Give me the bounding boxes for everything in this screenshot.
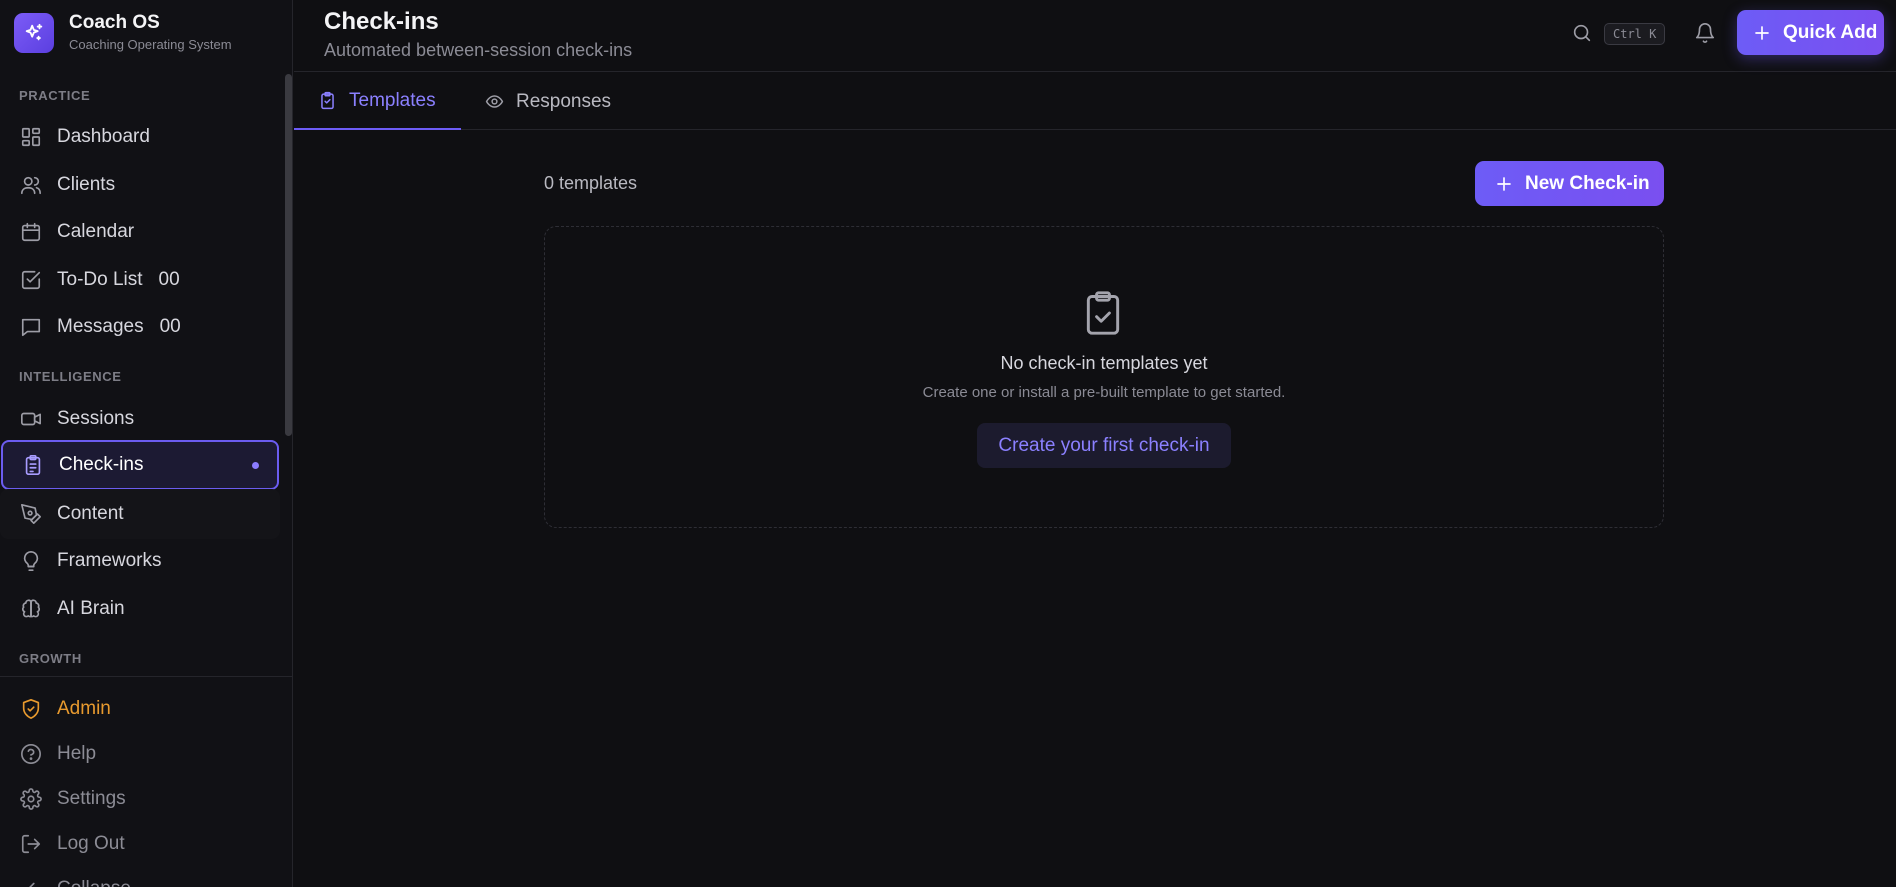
sparkle-logo-icon (14, 13, 54, 53)
sidebar-item-label: Clients (57, 174, 116, 195)
sidebar-collapse-button[interactable]: Collapse (0, 867, 280, 887)
plus-icon (1753, 24, 1771, 42)
clipboard-check-icon (1081, 289, 1125, 337)
brain-icon (20, 598, 42, 620)
pen-tool-icon (20, 503, 42, 525)
bell-icon[interactable] (1694, 22, 1716, 44)
sidebar-item-messages[interactable]: Messages 00 (0, 302, 280, 352)
tab-templates[interactable]: Templates (294, 73, 461, 130)
sidebar-item-todo[interactable]: To-Do List 00 (0, 255, 280, 305)
dashboard-icon (20, 126, 42, 148)
tab-bar: Templates Responses (294, 73, 1896, 130)
sidebar-item-label: Dashboard (57, 126, 150, 147)
sidebar-item-label: Settings (57, 788, 126, 809)
new-checkin-label: New Check-in (1525, 172, 1650, 194)
tab-responses[interactable]: Responses (461, 73, 621, 130)
sidebar-item-checkins[interactable]: Check-ins (1, 440, 279, 490)
create-first-checkin-button[interactable]: Create your first check-in (977, 423, 1231, 468)
messages-count: 00 (159, 316, 181, 337)
sidebar-scrollbar[interactable] (285, 74, 292, 436)
quick-add-label: Quick Add (1783, 21, 1878, 43)
sidebar-item-label: Sessions (57, 408, 135, 429)
sidebar-item-clients[interactable]: Clients (0, 160, 280, 210)
sidebar-item-content[interactable]: Content (0, 489, 280, 539)
brand-title: Coach OS (69, 12, 160, 33)
empty-state: No check-in templates yet Create one or … (544, 226, 1664, 528)
search-icon[interactable] (1571, 22, 1593, 44)
brand-subtitle: Coaching Operating System (69, 37, 232, 52)
eye-icon (485, 92, 504, 111)
sidebar-item-sessions[interactable]: Sessions (0, 394, 280, 444)
sidebar-item-label: Check-ins (59, 454, 144, 475)
new-checkin-button[interactable]: New Check-in (1475, 161, 1664, 206)
plus-icon (1495, 175, 1513, 193)
page-header: Check-ins Automated between-session chec… (294, 0, 1896, 72)
clipboard-check-icon (318, 91, 337, 110)
tab-label: Templates (349, 89, 436, 111)
section-label-intelligence: INTELLIGENCE (19, 369, 122, 384)
page-subtitle: Automated between-session check-ins (324, 40, 633, 60)
sidebar-item-logout[interactable]: Log Out (0, 822, 280, 866)
sidebar-item-label: Content (57, 503, 124, 524)
sidebar-item-frameworks[interactable]: Frameworks (0, 536, 280, 586)
sidebar-item-label: Admin (57, 698, 111, 719)
video-icon (20, 408, 42, 430)
lightbulb-icon (20, 550, 42, 572)
users-icon (20, 174, 42, 196)
empty-state-description: Create one or install a pre-built templa… (922, 384, 1286, 401)
active-indicator-dot (252, 461, 259, 469)
gear-icon (20, 788, 42, 810)
message-icon (20, 316, 42, 338)
sidebar-footer: Admin Help Settings Log Out Collapse (0, 676, 292, 887)
clipboard-check-icon (22, 454, 44, 476)
section-label-practice: PRACTICE (19, 88, 91, 103)
section-label-growth: GROWTH (19, 651, 82, 666)
sidebar-item-calendar[interactable]: Calendar (0, 207, 280, 257)
sidebar-item-label: Help (57, 743, 97, 764)
templates-count: 0 templates (544, 173, 638, 193)
sidebar-item-label: Collapse (57, 878, 131, 887)
sidebar-item-label: Calendar (57, 221, 135, 242)
sidebar: Coach OS Coaching Operating System PRACT… (0, 0, 293, 887)
brand[interactable]: Coach OS Coaching Operating System (0, 0, 292, 66)
page-title: Check-ins (324, 8, 439, 35)
sidebar-item-label: To-Do List (57, 269, 143, 290)
empty-state-title: No check-in templates yet (1000, 353, 1208, 373)
sidebar-item-ai-brain[interactable]: AI Brain (0, 584, 280, 634)
sidebar-item-admin[interactable]: Admin (0, 687, 280, 731)
sidebar-item-label: Messages (57, 316, 144, 337)
sidebar-item-help[interactable]: Help (0, 732, 280, 776)
sidebar-item-dashboard[interactable]: Dashboard (0, 112, 280, 162)
tab-label: Responses (516, 90, 612, 112)
sidebar-nav: PRACTICE Dashboard Clients Calendar To-D… (0, 66, 286, 676)
todo-count: 00 (158, 269, 180, 290)
shield-icon (20, 698, 42, 720)
search-shortcut-badge: Ctrl K (1604, 23, 1666, 45)
chevron-left-icon (20, 878, 42, 887)
sidebar-item-settings[interactable]: Settings (0, 777, 280, 821)
logout-icon (20, 833, 42, 855)
calendar-icon (20, 221, 42, 243)
sidebar-item-label: AI Brain (57, 598, 125, 619)
checkbox-icon (20, 269, 42, 291)
quick-add-button[interactable]: Quick Add (1737, 10, 1884, 55)
sidebar-item-label: Frameworks (57, 550, 162, 571)
help-circle-icon (20, 743, 42, 765)
sidebar-item-label: Log Out (57, 833, 125, 854)
